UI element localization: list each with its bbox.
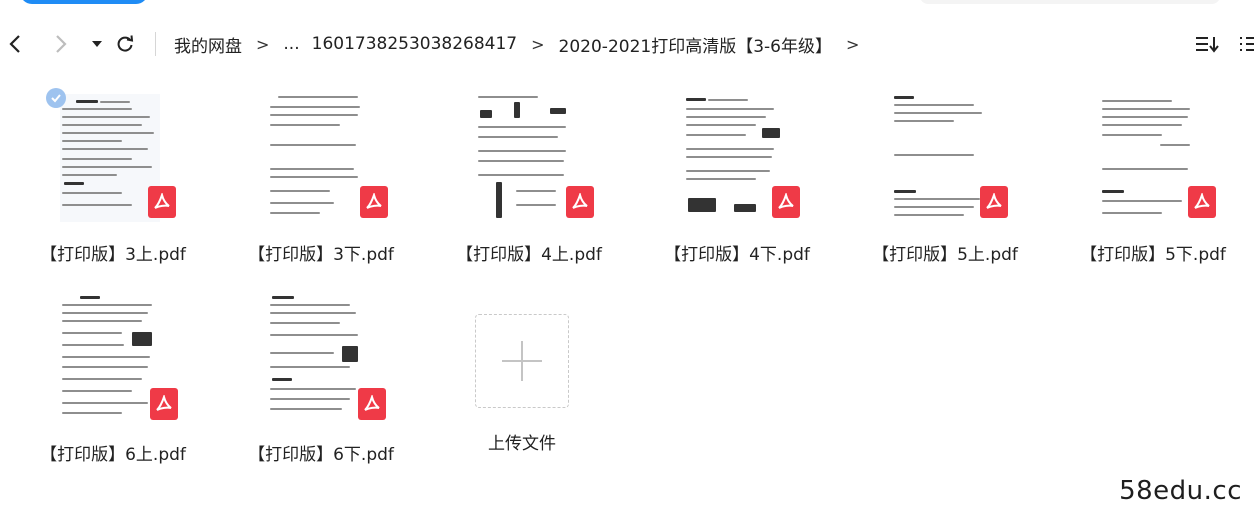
forward-button[interactable] <box>48 30 74 58</box>
breadcrumb: 我的网盘 > ... 1601738253038268417 > 2020-20… <box>172 32 871 57</box>
pdf-thumbnail <box>60 294 178 422</box>
file-tile[interactable]: 【打印版】6下.pdf <box>226 294 406 474</box>
top-primary-button-edge[interactable] <box>20 0 148 4</box>
plus-icon <box>502 341 542 381</box>
back-button[interactable] <box>2 30 28 58</box>
file-name: 【打印版】3下.pdf <box>248 245 394 265</box>
breadcrumb-folder-id[interactable]: 1601738253038268417 <box>302 34 520 54</box>
breadcrumb-ellipsis[interactable]: ... <box>281 34 301 54</box>
pdf-thumbnail <box>892 94 1008 222</box>
file-name: 【打印版】5下.pdf <box>1080 245 1226 265</box>
pdf-icon <box>360 186 388 218</box>
upload-file-button[interactable] <box>475 314 569 408</box>
file-tile[interactable]: 【打印版】3下.pdf <box>226 94 406 274</box>
navigation-bar: 我的网盘 > ... 1601738253038268417 > 2020-20… <box>0 24 1254 64</box>
pdf-thumbnail <box>60 94 176 222</box>
file-name: 【打印版】3上.pdf <box>40 245 186 265</box>
search-bar-edge[interactable] <box>920 0 1220 4</box>
file-tile[interactable]: 【打印版】4下.pdf <box>642 94 822 274</box>
pdf-icon <box>150 388 178 420</box>
pdf-thumbnail <box>476 94 594 222</box>
pdf-icon <box>358 388 386 420</box>
breadcrumb-current-folder[interactable]: 2020-2021打印高清版【3-6年级】 <box>557 32 834 57</box>
breadcrumb-separator[interactable]: > <box>834 35 871 54</box>
pdf-thumbnail <box>684 94 800 222</box>
refresh-button[interactable] <box>112 30 138 58</box>
pdf-thumbnail <box>268 94 388 222</box>
selected-check-icon[interactable] <box>46 88 66 108</box>
sort-button[interactable] <box>1193 32 1221 56</box>
list-view-button[interactable] <box>1234 32 1254 56</box>
nav-divider <box>155 32 156 56</box>
file-tile[interactable]: 【打印版】5下.pdf <box>1058 94 1238 274</box>
chevron-right-icon <box>56 35 67 53</box>
pdf-icon <box>148 186 176 218</box>
pdf-icon <box>772 186 800 218</box>
pdf-thumbnail <box>1100 94 1216 222</box>
pdf-thumbnail <box>268 294 386 422</box>
upload-file-label: 上传文件 <box>488 434 556 454</box>
file-tile[interactable]: 【打印版】5上.pdf <box>850 94 1030 274</box>
sort-icon <box>1196 37 1219 53</box>
file-tile[interactable]: 【打印版】4上.pdf <box>434 94 614 274</box>
pdf-icon <box>1188 186 1216 218</box>
file-name: 【打印版】6上.pdf <box>40 445 186 465</box>
pdf-icon <box>980 186 1008 218</box>
list-view-icon <box>1240 37 1254 51</box>
caret-down-icon <box>92 41 102 47</box>
breadcrumb-separator: > <box>256 34 270 54</box>
refresh-icon <box>117 35 134 52</box>
file-name: 【打印版】6下.pdf <box>248 445 394 465</box>
breadcrumb-separator: > <box>531 34 545 54</box>
file-name: 【打印版】4上.pdf <box>456 245 602 265</box>
history-dropdown-button[interactable] <box>84 30 110 58</box>
file-tile[interactable]: 【打印版】3上.pdf <box>18 88 198 274</box>
file-name: 【打印版】5上.pdf <box>872 245 1018 265</box>
breadcrumb-root[interactable]: 我的网盘 <box>172 32 244 57</box>
file-tile[interactable]: 【打印版】6上.pdf <box>18 294 198 474</box>
watermark-text: 58edu.cc <box>1119 476 1242 506</box>
file-name: 【打印版】4下.pdf <box>664 245 810 265</box>
chevron-left-icon <box>9 35 20 53</box>
pdf-icon <box>566 186 594 218</box>
